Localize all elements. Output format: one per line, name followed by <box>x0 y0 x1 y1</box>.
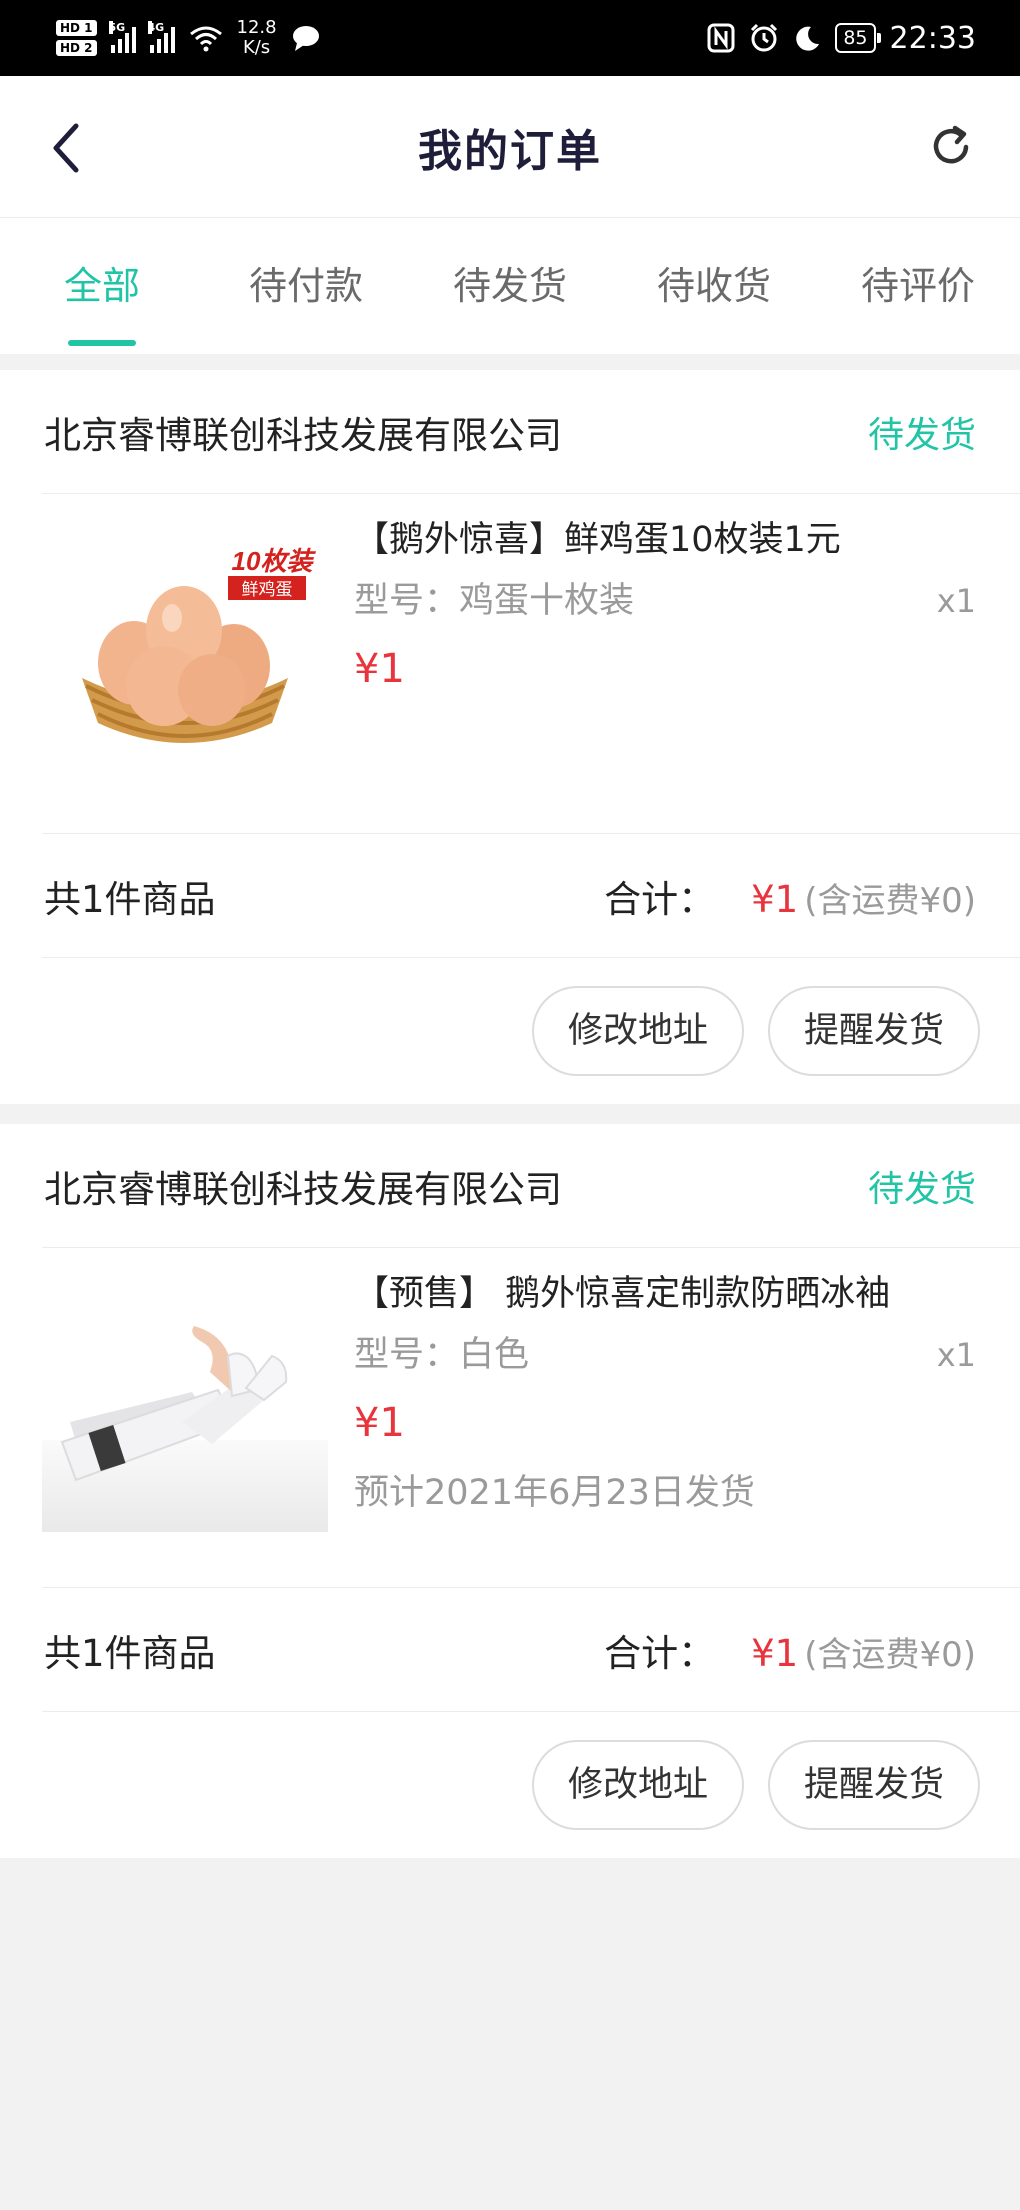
product-title[interactable]: 【鹅外惊喜】鲜鸡蛋10枚装1元 <box>354 512 976 568</box>
nfc-icon <box>707 23 735 53</box>
shop-name[interactable]: 北京睿博联创科技发展有限公司 <box>44 405 562 459</box>
tab-pending-receipt[interactable]: 待收货 <box>612 218 816 354</box>
modify-address-button[interactable]: 修改地址 <box>531 986 744 1076</box>
product-spec-row: 型号：白色 x1 <box>354 1332 976 1378</box>
clock: 22:33 <box>889 20 976 56</box>
status-bar: HD 1 HD 2 5G 4G 12.8 K/s 85 22:33 <box>0 0 1020 76</box>
shop-name[interactable]: 北京睿博联创科技发展有限公司 <box>44 1159 562 1213</box>
order-status: 待发货 <box>867 1169 976 1210</box>
signal-5g-tag: 5G <box>108 21 126 34</box>
hd1-badge: HD 1 <box>56 20 97 36</box>
tab-pending-review[interactable]: 待评价 <box>816 218 1020 354</box>
order-summary: 共1件商品 合计： ¥1 (含运费¥0) <box>0 834 1020 958</box>
product-image-eggs[interactable]: 10枚装 鲜鸡蛋 <box>42 518 328 778</box>
product-quantity: x1 <box>936 1336 976 1374</box>
wifi-icon <box>189 26 222 52</box>
tab-pending-payment[interactable]: 待付款 <box>204 218 408 354</box>
order-tabs: 全部 待付款 待发货 待收货 待评价 <box>0 218 1020 354</box>
product-item[interactable]: 10枚装 鲜鸡蛋 【鹅外惊喜】鲜鸡蛋10枚装1元 型号：鸡蛋十枚装 x1 ¥1 <box>0 494 1020 834</box>
order-status: 待发货 <box>867 415 976 456</box>
product-item[interactable]: 【预售】 鹅外惊喜定制款防晒冰袖 型号：白色 x1 ¥1 预计2021年6月23… <box>0 1248 1020 1588</box>
network-speed-unit: K/s <box>242 37 271 58</box>
order-total: 合计： ¥1 (含运费¥0) <box>604 869 976 923</box>
order-header: 北京睿博联创科技发展有限公司 待发货 <box>0 370 1020 494</box>
product-image-arm-sleeves[interactable] <box>42 1272 328 1532</box>
remind-shipment-button[interactable]: 提醒发货 <box>767 1740 980 1830</box>
order-card[interactable]: 北京睿博联创科技发展有限公司 待发货 【预售】 鹅外惊喜定制款防晒冰袖 型号：白… <box>0 1124 1020 1858</box>
estimated-shipping-date: 预计2021年6月23日发货 <box>354 1473 755 1513</box>
tab-all[interactable]: 全部 <box>0 218 204 354</box>
product-info: 【预售】 鹅外惊喜定制款防晒冰袖 型号：白色 x1 ¥1 预计2021年6月23… <box>354 1266 976 1518</box>
product-spec-row: 型号：鸡蛋十枚装 x1 <box>354 578 976 624</box>
item-count: 共1件商品 <box>44 1632 216 1675</box>
network-speed-value: 12.8 <box>236 17 277 38</box>
chevron-left-icon[interactable] <box>46 120 86 176</box>
order-header: 北京睿博联创科技发展有限公司 待发货 <box>0 1124 1020 1248</box>
product-title[interactable]: 【预售】 鹅外惊喜定制款防晒冰袖 <box>354 1266 976 1322</box>
nav-header: 我的订单 <box>0 76 1020 218</box>
battery-indicator: 85 <box>835 23 881 53</box>
moon-icon <box>796 26 820 51</box>
order-card[interactable]: 北京睿博联创科技发展有限公司 待发货 10枚装 鲜鸡蛋 【鹅外惊喜】鲜鸡蛋10枚… <box>0 370 1020 1104</box>
signal-4g-tag: 4G <box>147 21 165 34</box>
network-speed: 12.8 K/s <box>237 18 277 58</box>
shipping-fee: (含运费¥0) <box>804 1635 976 1675</box>
order-summary: 共1件商品 合计： ¥1 (含运费¥0) <box>0 1588 1020 1712</box>
product-spec: 型号：鸡蛋十枚装 <box>354 581 635 621</box>
total-label: 合计： <box>604 878 716 921</box>
hd2-badge: HD 2 <box>56 40 97 56</box>
product-price: ¥1 <box>354 1400 405 1446</box>
item-count: 共1件商品 <box>44 878 216 921</box>
page-title: 我的订单 <box>418 125 602 177</box>
order-actions: 修改地址 提醒发货 <box>0 958 1020 1104</box>
badge-fresh-eggs: 鲜鸡蛋 <box>242 580 293 600</box>
refresh-icon[interactable] <box>928 124 974 170</box>
signal-4g-icon: 4G <box>147 21 175 53</box>
status-bar-right: 85 22:33 <box>707 21 976 56</box>
badge-10-pack: 10枚装 <box>232 546 317 576</box>
status-bar-left: HD 1 HD 2 5G 4G 12.8 K/s <box>56 18 321 58</box>
product-price: ¥1 <box>354 646 405 692</box>
shipping-fee: (含运费¥0) <box>804 881 976 921</box>
total-amount: ¥1 <box>751 1632 799 1675</box>
alarm-icon <box>751 23 778 52</box>
product-quantity: x1 <box>936 582 976 620</box>
order-actions: 修改地址 提醒发货 <box>0 1712 1020 1858</box>
order-total: 合计： ¥1 (含运费¥0) <box>604 1623 976 1677</box>
total-amount: ¥1 <box>751 878 799 921</box>
signal-5g-icon: 5G <box>108 21 136 53</box>
hd-indicators: HD 1 HD 2 <box>56 20 97 56</box>
chat-bubble-icon <box>292 26 319 51</box>
remind-shipment-button[interactable]: 提醒发货 <box>767 986 980 1076</box>
product-spec: 型号：白色 <box>354 1335 530 1375</box>
tab-pending-shipment[interactable]: 待发货 <box>408 218 612 354</box>
product-info: 【鹅外惊喜】鲜鸡蛋10枚装1元 型号：鸡蛋十枚装 x1 ¥1 <box>354 512 976 696</box>
modify-address-button[interactable]: 修改地址 <box>531 1740 744 1830</box>
total-label: 合计： <box>604 1632 716 1675</box>
